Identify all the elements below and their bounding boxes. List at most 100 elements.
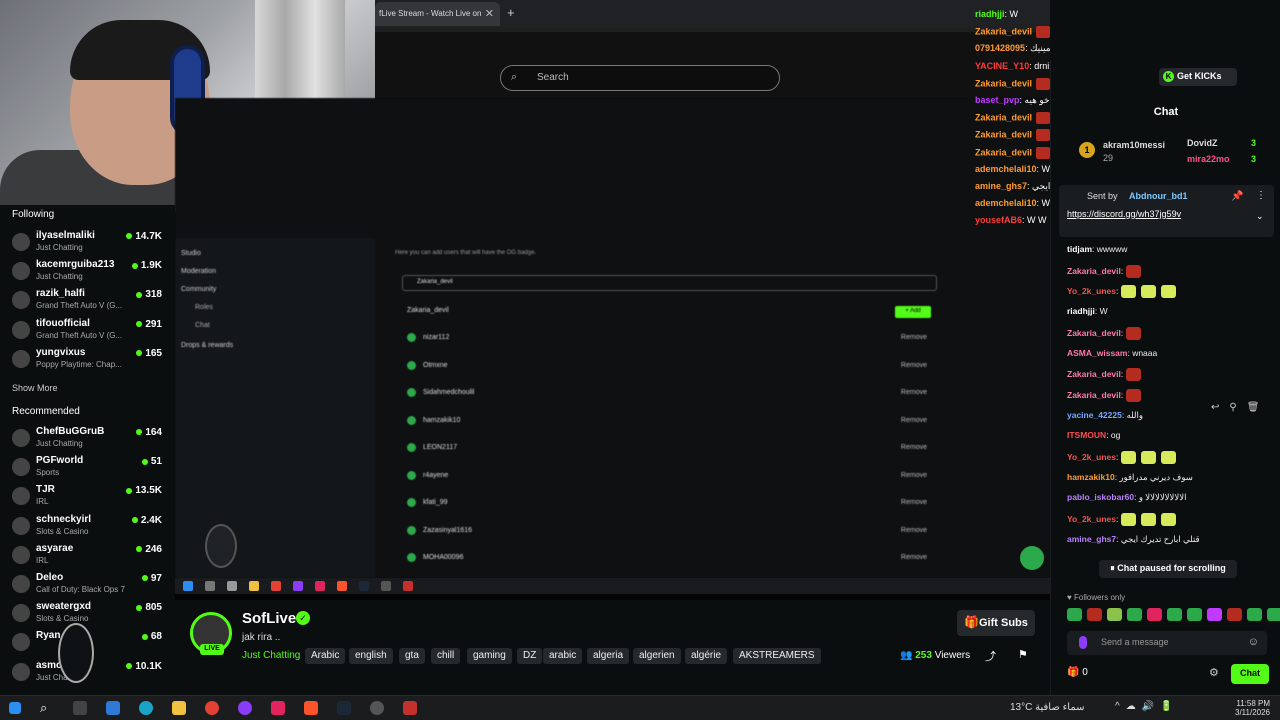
- tag-chip[interactable]: Arabic: [305, 648, 346, 664]
- chat-message[interactable]: hamzakik10: سوف ديرني مدرافور: [1067, 472, 1193, 483]
- channel-item[interactable]: asyarae IRL 246: [12, 543, 162, 571]
- quick-emote-icon[interactable]: [1107, 608, 1122, 621]
- chat-username[interactable]: Zakaria_devil: [1067, 328, 1121, 338]
- channel-item[interactable]: PGFworld Sports 51: [12, 455, 162, 483]
- chat-message[interactable]: Zakaria_devil:: [1067, 368, 1143, 382]
- channel-item[interactable]: ChefBuGGruB Just Chatting 164: [12, 426, 162, 454]
- chat-message[interactable]: Yo_2k_unes:: [1067, 285, 1178, 299]
- quick-emote-icon[interactable]: [1087, 608, 1102, 621]
- chat-message[interactable]: Zakaria_devil:: [1067, 326, 1143, 340]
- chat-username[interactable]: yacine_42225: [1067, 410, 1122, 420]
- obs-icon[interactable]: [370, 701, 384, 715]
- quick-emote-icon[interactable]: [1227, 608, 1242, 621]
- search-taskbar-icon[interactable]: ⌕: [40, 700, 47, 716]
- channel-item[interactable]: yungvixus Poppy Playtime: Chap... 165: [12, 347, 162, 375]
- stream-category[interactable]: Just Chatting: [242, 650, 300, 661]
- chevron-down-icon[interactable]: ⌄: [1256, 211, 1264, 222]
- chat-app-icon[interactable]: [238, 701, 252, 715]
- chat-message[interactable]: tidjam: wwwww: [1067, 244, 1127, 254]
- get-kicks-button[interactable]: K Get KICKs: [1159, 68, 1237, 86]
- channel-item[interactable]: tifouofficial Grand Theft Auto V (G... 291: [12, 318, 162, 346]
- chat-message[interactable]: Zakaria_devil:: [1067, 388, 1143, 402]
- share-icon[interactable]: ⤴: [985, 648, 996, 664]
- tag-chip[interactable]: arabic: [543, 648, 583, 664]
- chat-username[interactable]: hamzakik10: [1067, 472, 1115, 482]
- tag-chip[interactable]: algerien: [633, 648, 681, 664]
- tag-chip[interactable]: gta: [399, 648, 425, 664]
- channel-item[interactable]: TJR IRL 13.5K: [12, 484, 162, 512]
- clock[interactable]: 11:58 PM 3/11/2026: [1235, 699, 1270, 717]
- quick-emote-icon[interactable]: [1247, 608, 1262, 621]
- gear-icon[interactable]: ⚙: [1209, 666, 1219, 679]
- tag-chip[interactable]: algérie: [685, 648, 728, 664]
- chat-username[interactable]: Zakaria_devil: [1067, 265, 1121, 275]
- chrome-icon[interactable]: [205, 701, 219, 715]
- quick-emote-icon[interactable]: [1127, 608, 1142, 621]
- system-tray-icons[interactable]: ^☁🔊🔋: [1115, 701, 1179, 712]
- channel-item[interactable]: ilyaselmaliki Just Chatting 14.7K: [12, 230, 162, 258]
- chat-username[interactable]: tidjam: [1067, 244, 1092, 254]
- chat-username[interactable]: Zakaria_devil: [1067, 369, 1121, 379]
- channel-item[interactable]: razik_halfi Grand Theft Auto V (G... 318: [12, 288, 162, 316]
- edge-icon[interactable]: [139, 701, 153, 715]
- channel-name[interactable]: SofLive: [242, 610, 296, 627]
- brave-icon[interactable]: [304, 701, 318, 715]
- chat-message[interactable]: Yo_2k_unes:: [1067, 451, 1178, 464]
- chat-send-button[interactable]: Chat: [1231, 664, 1269, 684]
- quick-emote-icon[interactable]: [1207, 608, 1222, 621]
- store-icon[interactable]: [106, 701, 120, 715]
- tag-chip[interactable]: gaming: [467, 648, 512, 664]
- emoji-icon[interactable]: ☺: [1248, 636, 1259, 648]
- pinned-message[interactable]: Sent by Abdnour_bd1 https://discord.gg/w…: [1059, 185, 1274, 237]
- chat-username[interactable]: amine_ghs7: [1067, 534, 1116, 544]
- gift-subs-button[interactable]: 🎁 Gift Subs: [957, 610, 1035, 636]
- quick-emote-icon[interactable]: [1147, 608, 1162, 621]
- tag-chip[interactable]: chill: [431, 648, 461, 664]
- chat-username[interactable]: Yo_2k_unes: [1067, 514, 1116, 524]
- chat-username[interactable]: ASMA_wissam: [1067, 348, 1127, 358]
- chat-message[interactable]: ITSMOUN: og: [1067, 430, 1120, 440]
- tag-chip[interactable]: algeria: [587, 648, 630, 664]
- emote-bar[interactable]: [1067, 608, 1280, 624]
- kicks-balance[interactable]: 🎁 0: [1067, 667, 1088, 678]
- pinned-link[interactable]: https://discord.gg/wh37jg59v: [1067, 209, 1181, 219]
- chat-message[interactable]: pablo_iskobar60: الالالالالالالالا و: [1067, 492, 1186, 503]
- channel-item[interactable]: sweatergxd Slots & Casino 805: [12, 601, 162, 629]
- folder-icon[interactable]: [172, 701, 186, 715]
- tag-chip[interactable]: DZ: [517, 648, 543, 664]
- chat-username[interactable]: pablo_iskobar60: [1067, 492, 1134, 502]
- chat-message[interactable]: yacine_42225: والله: [1067, 410, 1143, 421]
- quick-emote-icon[interactable]: [1187, 608, 1202, 621]
- message-actions[interactable]: ↩⚲🗑: [1211, 402, 1269, 413]
- channel-item[interactable]: Deleo Call of Duty: Black Ops 7 97: [12, 572, 162, 600]
- steam-icon[interactable]: [337, 701, 351, 715]
- quick-emote-icon[interactable]: [1167, 608, 1182, 621]
- channel-item[interactable]: schneckyirl Slots & Casino 2.4K: [12, 514, 162, 542]
- chat-message[interactable]: Yo_2k_unes:: [1067, 513, 1178, 527]
- weather-widget[interactable]: 13°C سماء صافية: [1010, 702, 1085, 713]
- tag-chip[interactable]: english: [349, 648, 393, 664]
- chat-message[interactable]: riadhjji: W: [1067, 306, 1108, 316]
- chat-message[interactable]: amine_ghs7: قتلي ابارح تديرك ايجي: [1067, 534, 1200, 545]
- chat-username[interactable]: Yo_2k_unes: [1067, 286, 1116, 296]
- chat-message[interactable]: ASMA_wissam: wnaaa: [1067, 348, 1157, 358]
- app-icon[interactable]: [403, 701, 417, 715]
- chat-username[interactable]: Zakaria_devil: [1067, 390, 1121, 400]
- chat-message[interactable]: Zakaria_devil:: [1067, 264, 1143, 278]
- chat-username[interactable]: ITSMOUN: [1067, 430, 1106, 440]
- show-more-button[interactable]: Show More: [12, 383, 58, 393]
- chat-paused-button[interactable]: ⏸ Chat paused for scrolling: [1099, 560, 1237, 578]
- windows-start-icon[interactable]: [9, 702, 21, 714]
- tag-chip[interactable]: AKSTREAMERS: [733, 648, 821, 664]
- quick-emote-icon[interactable]: [1267, 608, 1280, 621]
- chat-username[interactable]: Yo_2k_unes: [1067, 452, 1116, 462]
- tiktok-icon[interactable]: [271, 701, 285, 715]
- bookmark-icon[interactable]: ⚑: [1018, 648, 1028, 661]
- task-view-icon[interactable]: [73, 701, 87, 715]
- pin-icon[interactable]: 📌: [1231, 191, 1243, 202]
- chat-input[interactable]: Send a message ☺: [1067, 631, 1267, 655]
- chat-username[interactable]: riadhjji: [1067, 306, 1095, 316]
- channel-item[interactable]: kacemrguiba213 Just Chatting 1.9K: [12, 259, 162, 287]
- quick-emote-icon[interactable]: [1067, 608, 1082, 621]
- more-icon[interactable]: ⋮: [1256, 190, 1266, 201]
